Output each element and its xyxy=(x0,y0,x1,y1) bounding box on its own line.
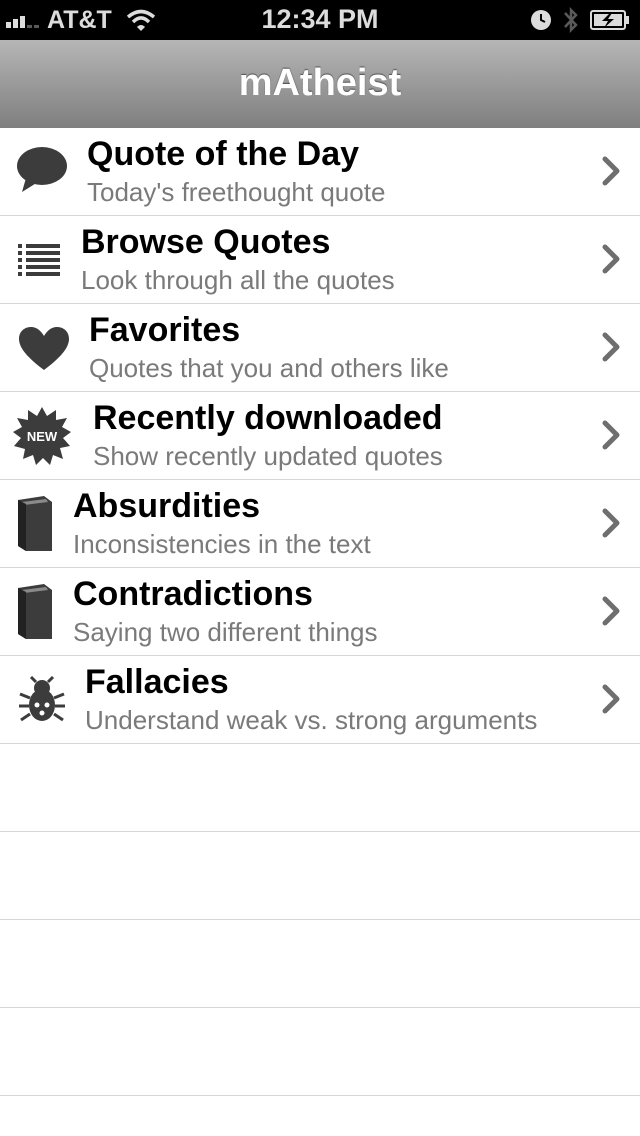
menu-item-text: Contradictions Saying two different thin… xyxy=(73,574,377,650)
chevron-right-icon xyxy=(602,244,620,274)
menu-item-title: Browse Quotes xyxy=(81,223,331,261)
empty-row xyxy=(0,1008,640,1096)
new-badge-text: NEW xyxy=(27,429,58,444)
menu-item-title: Quote of the Day xyxy=(87,135,360,173)
menu-item-title: Contradictions xyxy=(73,575,313,613)
chevron-right-icon xyxy=(602,420,620,450)
menu-item-browse-quotes[interactable]: Browse Quotes Look through all the quote… xyxy=(0,216,640,304)
menu-item-text: Recently downloaded Show recently update… xyxy=(93,398,443,474)
menu-item-title: Fallacies xyxy=(85,663,229,701)
empty-row xyxy=(0,744,640,832)
menu-item-quote-of-the-day[interactable]: Quote of the Day Today's freethought quo… xyxy=(0,128,640,216)
bluetooth-icon xyxy=(564,6,578,34)
battery-charging-icon xyxy=(590,10,629,30)
bug-icon xyxy=(19,676,65,722)
menu-item-text: Browse Quotes Look through all the quote… xyxy=(81,222,395,298)
menu-item-title: Favorites xyxy=(89,311,241,349)
menu-item-favorites[interactable]: Favorites Quotes that you and others lik… xyxy=(0,304,640,392)
navigation-bar: mAtheist xyxy=(0,40,640,129)
empty-row xyxy=(0,832,640,920)
chevron-right-icon xyxy=(602,684,620,714)
heart-icon xyxy=(19,327,69,370)
menu-item-contradictions[interactable]: Contradictions Saying two different thin… xyxy=(0,568,640,656)
chevron-right-icon xyxy=(602,508,620,538)
menu-item-subtitle: Inconsistencies in the text xyxy=(73,529,371,559)
new-badge-icon: NEW xyxy=(13,407,71,465)
menu-list: Quote of the Day Today's freethought quo… xyxy=(0,128,640,1096)
menu-item-subtitle: Look through all the quotes xyxy=(81,265,395,295)
list-icon xyxy=(18,244,60,276)
menu-item-subtitle: Saying two different things xyxy=(73,617,378,647)
empty-row xyxy=(0,920,640,1008)
status-right-icons xyxy=(520,6,630,34)
alarm-clock-icon xyxy=(531,10,551,30)
menu-item-absurdities[interactable]: Absurdities Inconsistencies in the text xyxy=(0,480,640,568)
book-icon xyxy=(18,584,52,639)
menu-item-subtitle: Today's freethought quote xyxy=(87,177,386,207)
menu-item-title: Recently downloaded xyxy=(93,399,443,437)
chevron-right-icon xyxy=(602,156,620,186)
menu-item-subtitle: Show recently updated quotes xyxy=(93,441,443,471)
menu-item-title: Absurdities xyxy=(73,487,261,525)
menu-item-subtitle: Quotes that you and others like xyxy=(89,353,449,383)
status-bar: AT&T 12:34 PM xyxy=(0,0,640,40)
menu-item-fallacies[interactable]: Fallacies Understand weak vs. strong arg… xyxy=(0,656,640,744)
speech-bubble-icon xyxy=(17,147,67,192)
menu-item-text: Favorites Quotes that you and others lik… xyxy=(89,310,449,386)
menu-item-text: Absurdities Inconsistencies in the text xyxy=(73,486,371,562)
book-icon xyxy=(18,496,52,551)
menu-item-subtitle: Understand weak vs. strong arguments xyxy=(85,705,538,735)
nav-title: mAtheist xyxy=(238,62,402,104)
menu-item-text: Quote of the Day Today's freethought quo… xyxy=(87,134,385,210)
menu-item-text: Fallacies Understand weak vs. strong arg… xyxy=(85,662,537,738)
chevron-right-icon xyxy=(602,332,620,362)
chevron-right-icon xyxy=(602,596,620,626)
menu-item-recently-downloaded[interactable]: NEW Recently downloaded Show recently up… xyxy=(0,392,640,480)
